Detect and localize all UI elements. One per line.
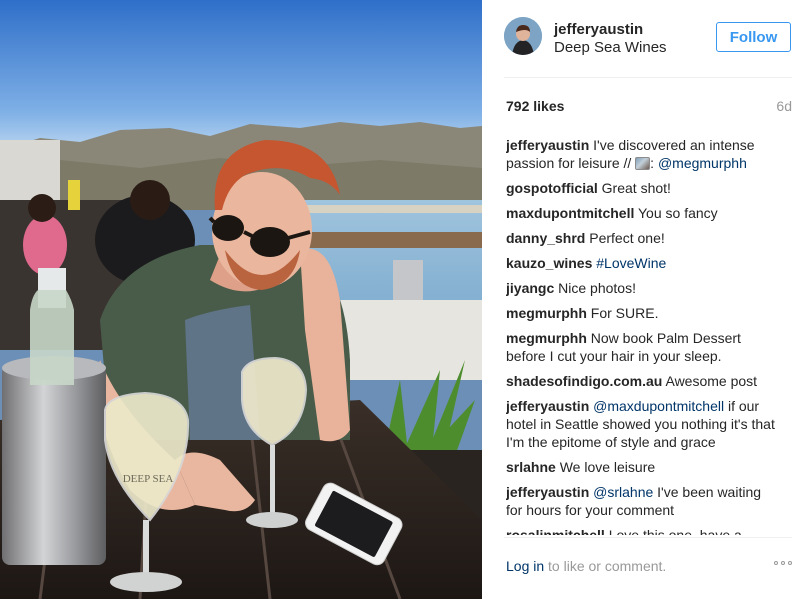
dot — [788, 561, 792, 565]
avatar-image — [504, 17, 542, 55]
comment-text: You so fancy — [638, 205, 718, 221]
caption: jefferyaustin I've discovered an intense… — [506, 136, 778, 172]
likes-count[interactable]: 792 likes — [506, 98, 564, 114]
comment: jiyangc Nice photos! — [506, 279, 778, 297]
comment-mention[interactable]: @maxdupontmitchell — [593, 398, 724, 414]
comment-mention[interactable]: #LoveWine — [596, 255, 666, 271]
comment-username[interactable]: jiyangc — [506, 280, 554, 296]
post-photo[interactable]: DEEP SEA — [0, 0, 482, 599]
comment-container: gospotofficial Great shot! maxdupontmitch… — [506, 179, 778, 535]
comment-text: Perfect one! — [589, 230, 665, 246]
comment-text: Nice photos! — [558, 280, 636, 296]
comment-username[interactable]: jefferyaustin — [506, 484, 589, 500]
ellipsis-icon[interactable] — [774, 561, 792, 565]
comment-username[interactable]: shadesofindigo.com.au — [506, 373, 662, 389]
post-location[interactable]: Deep Sea Wines — [554, 39, 667, 56]
follow-button[interactable]: Follow — [716, 22, 791, 52]
caption-separator: : — [650, 155, 658, 171]
glass-label: DEEP SEA — [123, 473, 174, 485]
login-prompt-text: to like or comment. — [544, 558, 667, 574]
comment: maxdupontmitchell You so fancy — [506, 204, 778, 222]
comment: gospotofficial Great shot! — [506, 179, 778, 197]
comment: kauzo_wines #LoveWine — [506, 254, 778, 272]
comment: shadesofindigo.com.au Awesome post — [506, 372, 778, 390]
comment-username[interactable]: kauzo_wines — [506, 255, 592, 271]
comment: jefferyaustin @srlahne I've been waiting… — [506, 483, 778, 519]
comment: megmurphh For SURE. — [506, 304, 778, 322]
post-header: jefferyaustin Deep Sea Wines Follow — [482, 0, 805, 78]
comment-username[interactable]: jefferyaustin — [506, 137, 589, 153]
comment-text: We love leisure — [559, 459, 656, 475]
comment-username[interactable]: rosalinmitchell — [506, 527, 605, 535]
comment-username[interactable]: megmurphh — [506, 330, 587, 346]
caption-mention[interactable]: @megmurphh — [658, 155, 747, 171]
post-time[interactable]: 6d — [776, 98, 792, 114]
comment-username[interactable]: srlahne — [506, 459, 556, 475]
comment-text: Awesome post — [665, 373, 758, 389]
likes-row: 792 likes 6d — [506, 98, 792, 118]
login-prompt: Log in to like or comment. — [506, 558, 666, 574]
avatar[interactable] — [504, 17, 542, 55]
post-side-panel: jefferyaustin Deep Sea Wines Follow 792 … — [482, 0, 805, 599]
comment: jefferyaustin @maxdupontmitchell if our … — [506, 397, 778, 451]
divider — [504, 537, 792, 538]
comment-username[interactable]: gospotofficial — [506, 180, 598, 196]
post-username[interactable]: jefferyaustin — [554, 21, 643, 38]
login-link[interactable]: Log in — [506, 558, 544, 574]
dot — [774, 561, 778, 565]
comment: megmurphh Now book Palm Dessert before I… — [506, 329, 778, 365]
comment-text: For SURE. — [590, 305, 659, 321]
comment-mention[interactable]: @srlahne — [593, 484, 653, 500]
comment: rosalinmitchell Love this one, have a lo… — [506, 526, 778, 535]
comment-username[interactable]: danny_shrd — [506, 230, 585, 246]
divider — [504, 77, 792, 78]
photo-emoji-icon — [635, 157, 651, 170]
comment-text: Great shot! — [601, 180, 671, 196]
post-image: DEEP SEA — [0, 0, 482, 599]
dot — [781, 561, 785, 565]
comment-username[interactable]: megmurphh — [506, 305, 587, 321]
comment: srlahne We love leisure — [506, 458, 778, 476]
comment: danny_shrd Perfect one! — [506, 229, 778, 247]
comment-username[interactable]: jefferyaustin — [506, 398, 589, 414]
comments-list[interactable]: jefferyaustin I've discovered an intense… — [506, 136, 778, 535]
comment-username[interactable]: maxdupontmitchell — [506, 205, 634, 221]
